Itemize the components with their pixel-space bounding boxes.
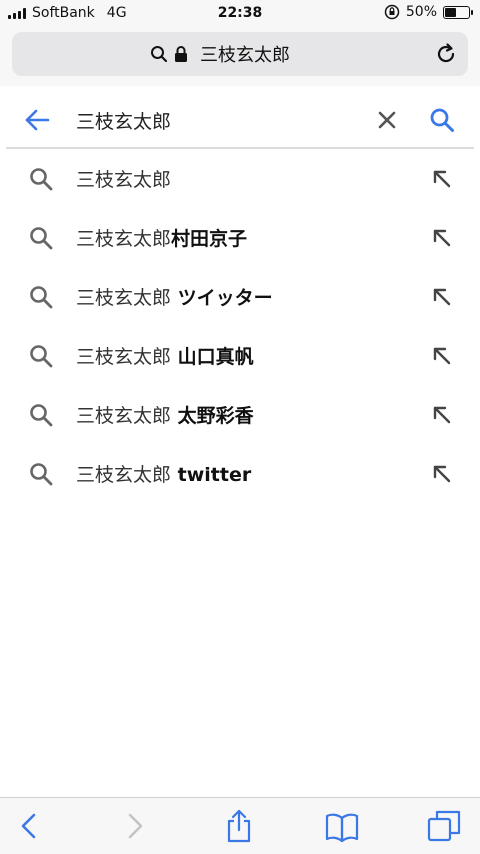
suggestion-text: 三枝玄太郎 [76,165,171,192]
suggestion-text: 三枝玄太郎 twitter [76,460,251,487]
search-row [0,92,480,148]
suggestion-completion: ツイッター [171,287,273,309]
search-icon [30,345,53,368]
suggestion-text: 三枝玄太郎村田京子 [76,224,247,251]
search-icon [30,227,53,250]
suggestion-completion: twitter [171,464,252,486]
suggestion-text: 三枝玄太郎 太野彩香 [76,401,254,428]
orientation-lock-icon [384,4,400,20]
suggestion-completion: 山口真帆 [171,346,254,368]
address-bar-area: 三枝玄太郎 [0,28,480,86]
bookmarks-icon[interactable] [324,808,360,844]
suggestion-completion: 太野彩香 [171,405,254,427]
suggestion-item[interactable]: 三枝玄太郎 ツイッター [0,267,480,326]
browser-screen: SoftBank 4G 22:38 50% 三枝玄太郎 三枝玄太郎 三枝玄太郎 … [0,0,480,854]
suggestion-list: 三枝玄太郎 三枝玄太郎村田京子 三枝玄太郎 ツイッター 三枝玄太郎 山口真帆 三… [0,149,480,503]
suggestion-text: 三枝玄太郎 ツイッター [76,283,273,310]
reload-icon[interactable] [434,42,458,66]
search-icon [30,404,53,427]
suggestion-completion: 村田京子 [171,228,248,250]
browser-toolbar [0,797,480,854]
search-submit-icon[interactable] [428,106,456,134]
fill-query-arrow-icon[interactable] [430,226,454,250]
back-arrow-icon[interactable] [24,108,50,132]
battery-percent: 50% [405,4,437,20]
back-icon[interactable] [12,808,48,844]
suggestion-prefix: 三枝玄太郎 [76,464,172,486]
fill-query-arrow-icon[interactable] [430,344,454,368]
lock-icon [175,46,187,62]
suggestion-prefix: 三枝玄太郎 [76,287,172,309]
suggestion-prefix: 三枝玄太郎 [76,346,172,368]
fill-query-arrow-icon[interactable] [430,403,454,427]
search-icon [30,463,53,486]
suggestion-prefix: 三枝玄太郎 [76,169,172,191]
search-icon [30,168,53,191]
fill-query-arrow-icon[interactable] [430,167,454,191]
clear-icon[interactable] [376,109,398,131]
address-title: 三枝玄太郎 [200,45,290,66]
search-input[interactable] [76,104,356,136]
suggestion-item[interactable]: 三枝玄太郎村田京子 [0,208,480,267]
status-right: 50% [384,4,473,20]
suggestion-item[interactable]: 三枝玄太郎 [0,149,480,208]
battery-icon [443,5,473,19]
suggestion-prefix: 三枝玄太郎 [76,228,172,250]
forward-icon[interactable] [116,808,152,844]
suggestion-item[interactable]: 三枝玄太郎 twitter [0,444,480,503]
fill-query-arrow-icon[interactable] [430,285,454,309]
suggestion-text: 三枝玄太郎 山口真帆 [76,342,254,369]
search-icon [151,46,168,63]
suggestion-item[interactable]: 三枝玄太郎 山口真帆 [0,326,480,385]
battery-fill [445,7,456,17]
address-center: 三枝玄太郎 [12,32,428,76]
search-icon [30,286,53,309]
share-icon[interactable] [221,808,257,844]
status-bar: SoftBank 4G 22:38 50% [0,0,480,28]
suggestion-item[interactable]: 三枝玄太郎 太野彩香 [0,385,480,444]
tabs-icon[interactable] [426,808,462,844]
fill-query-arrow-icon[interactable] [430,462,454,486]
suggestion-prefix: 三枝玄太郎 [76,405,172,427]
address-bar[interactable]: 三枝玄太郎 [12,32,468,76]
